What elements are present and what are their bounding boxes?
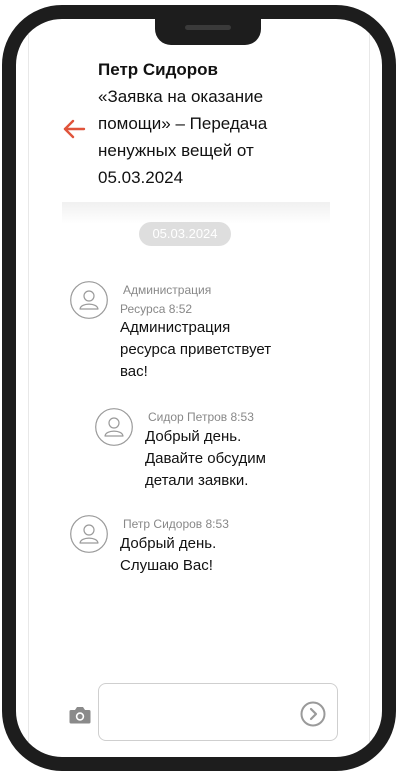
camera-icon[interactable] xyxy=(69,705,91,725)
message-text: Добрый день. Слушаю Вас! xyxy=(120,535,217,574)
contact-name: Петр Сидоров xyxy=(98,60,219,79)
avatar-icon xyxy=(95,408,133,446)
phone-frame: Петр Сидоров «Заявка на оказание помощи»… xyxy=(2,5,396,771)
message-text: Добрый день. Давайте обсудим детали заяв… xyxy=(145,428,266,489)
message-author-time: Петр Сидоров 8:53 xyxy=(123,517,229,531)
avatar-icon xyxy=(70,515,108,553)
message-author-time: Сидор Петров 8:53 xyxy=(148,410,254,424)
message-text: Администрация ресурса приветствует вас! xyxy=(120,319,272,380)
phone-notch xyxy=(155,19,261,45)
chat-header: Петр Сидоров «Заявка на оказание помощи»… xyxy=(98,57,338,191)
send-icon[interactable] xyxy=(300,701,326,727)
chat-subject: «Заявка на оказание помощи» – Передача н… xyxy=(98,87,268,187)
header-divider xyxy=(62,202,330,224)
screen-border-left xyxy=(28,19,29,757)
avatar-icon xyxy=(70,281,108,319)
message-author-time: Администрация Ресурса 8:52 xyxy=(120,283,212,316)
speaker-grille xyxy=(185,25,231,30)
back-arrow-icon[interactable] xyxy=(62,116,88,142)
date-separator: 05.03.2024 xyxy=(139,222,231,246)
screen-border-right xyxy=(369,19,370,757)
